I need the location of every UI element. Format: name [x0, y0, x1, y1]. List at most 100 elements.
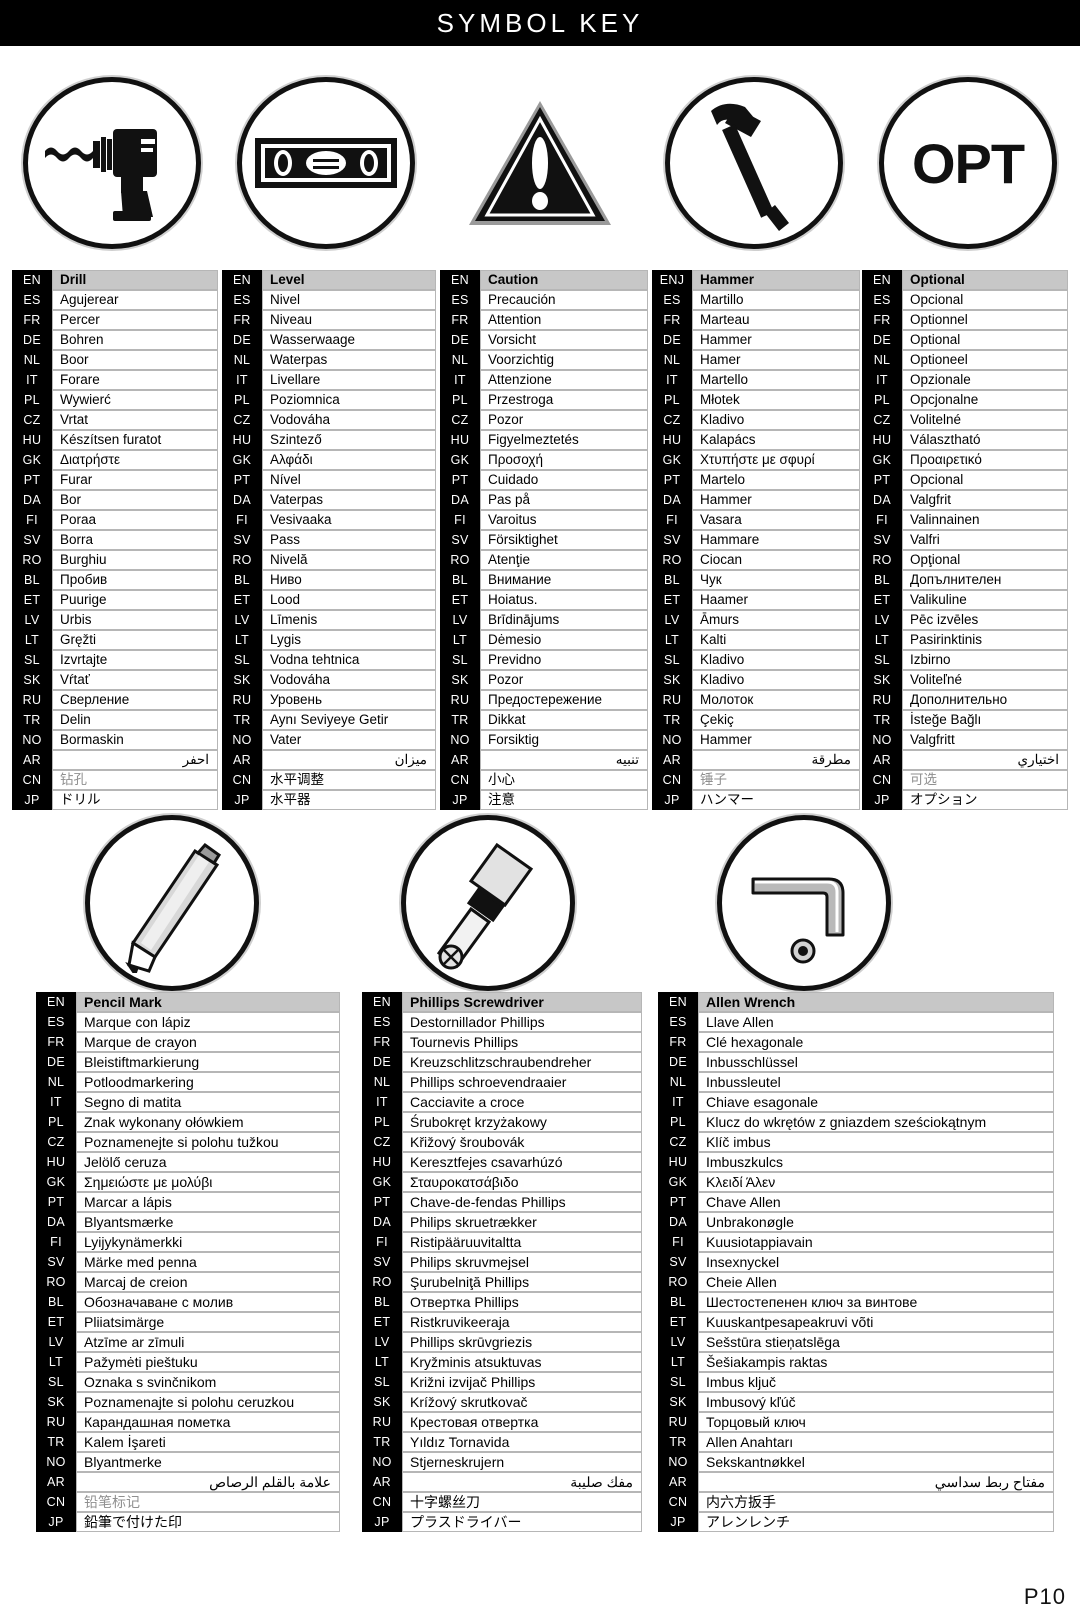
table-row: LV Brīdinājums — [440, 610, 648, 630]
language-code-cell: NO — [658, 1452, 698, 1472]
table-row: FI Valinnainen — [862, 510, 1068, 530]
translation-cell: Hammer — [692, 490, 860, 510]
pencil-glyph — [125, 842, 222, 973]
translation-cell: Martelo — [692, 470, 860, 490]
language-code-cell: FR — [222, 310, 262, 330]
language-code-cell: CZ — [862, 410, 902, 430]
language-code-cell: SV — [652, 530, 692, 550]
language-code-cell: RO — [36, 1272, 76, 1292]
language-code-cell: LV — [362, 1332, 402, 1352]
table-wrapper-drill: EN Drill ES Agujerear FR Percer DE Bohren NL Boor… — [12, 270, 218, 810]
table-row: EN Optional — [862, 270, 1068, 290]
table-row: FI Ristipääruuvitaltta — [362, 1232, 642, 1252]
translation-cell: Voorzichtig — [480, 350, 648, 370]
language-code-cell: JP — [362, 1512, 402, 1532]
language-code-cell: RO — [652, 550, 692, 570]
translation-cell: اختياري — [902, 750, 1068, 770]
language-code-cell: DE — [652, 330, 692, 350]
translation-cell: Blyantsmærke — [76, 1212, 340, 1232]
table-row: DE Vorsicht — [440, 330, 648, 350]
translation-cell: Blyantmerke — [76, 1452, 340, 1472]
language-code-cell: NL — [12, 350, 52, 370]
translation-cell: Σταυροκατσάβιδο — [402, 1172, 642, 1192]
language-code-cell: DA — [652, 490, 692, 510]
language-code-cell: ES — [652, 290, 692, 310]
language-code-cell: CN — [222, 770, 262, 790]
translation-cell: Krížový skrutkovač — [402, 1392, 642, 1412]
translation-cell: Insexnyckel — [698, 1252, 1054, 1272]
translation-cell: 水平调整 — [262, 770, 436, 790]
table-row: GK Αλφάδι — [222, 450, 436, 470]
language-code-cell: CZ — [222, 410, 262, 430]
translation-cell: 可选 — [902, 770, 1068, 790]
table-row: RO Atenţie — [440, 550, 648, 570]
table-row: BL Чук — [652, 570, 860, 590]
table-row: RU Дополнительно — [862, 690, 1068, 710]
table-row: ET Lood — [222, 590, 436, 610]
table-row: DA Pas på — [440, 490, 648, 510]
translation-cell: Imbus ključ — [698, 1372, 1054, 1392]
table-row: DA Hammer — [652, 490, 860, 510]
language-code-cell: ES — [222, 290, 262, 310]
language-code-cell: PT — [652, 470, 692, 490]
table-row: EN Phillips Screwdriver — [362, 992, 642, 1012]
language-code-cell: JP — [862, 790, 902, 810]
table-row: FI Kuusiotappiavain — [658, 1232, 1054, 1252]
table-row: FI Vasara — [652, 510, 860, 530]
translation-cell: Chave-de-fendas Phillips — [402, 1192, 642, 1212]
translation-cell: Lygis — [262, 630, 436, 650]
language-code-cell: FR — [862, 310, 902, 330]
language-code-cell: EN — [362, 992, 402, 1012]
language-code-cell: RU — [12, 690, 52, 710]
table-row: HU Imbuszkulcs — [658, 1152, 1054, 1172]
translation-cell: Opzionale — [902, 370, 1068, 390]
table-row: TR Allen Anahtarı — [658, 1432, 1054, 1452]
language-code-cell: RU — [222, 690, 262, 710]
language-code-cell: SL — [440, 650, 480, 670]
table-row: CN 铅笔标记 — [36, 1492, 340, 1512]
language-code-cell: DA — [362, 1212, 402, 1232]
language-code-cell: TR — [440, 710, 480, 730]
translation-cell: مفك صليبة — [402, 1472, 642, 1492]
symbol-cell-pencil — [14, 815, 330, 991]
language-code-cell: ET — [222, 590, 262, 610]
table-row: CZ Vodováha — [222, 410, 436, 430]
symbol-cell-screwdriver — [330, 815, 646, 991]
table-row: AR احفر — [12, 750, 218, 770]
translation-cell: Optionnel — [902, 310, 1068, 330]
language-code-cell: SK — [36, 1392, 76, 1412]
language-code-cell: IT — [652, 370, 692, 390]
table-row: ET Hoiatus. — [440, 590, 648, 610]
language-code-cell: CN — [362, 1492, 402, 1512]
translation-cell: Kladivo — [692, 650, 860, 670]
bottom-symbol-strip — [0, 815, 1080, 991]
table-row: DE Inbusschlüssel — [658, 1052, 1054, 1072]
table-row: RU Крестовая отвертка — [362, 1412, 642, 1432]
translation-cell: Kuuskantpesapeakruvi võti — [698, 1312, 1054, 1332]
symbol-name-header: Drill — [52, 270, 218, 290]
table-row: RO Opţional — [862, 550, 1068, 570]
language-code-cell: NL — [222, 350, 262, 370]
language-code-cell: PT — [12, 470, 52, 490]
language-code-cell: SL — [362, 1372, 402, 1392]
table-row: SV Philips skruvmejsel — [362, 1252, 642, 1272]
translation-cell: 铅笔标记 — [76, 1492, 340, 1512]
language-code-cell: DA — [12, 490, 52, 510]
translation-cell: Attention — [480, 310, 648, 330]
language-code-cell: TR — [362, 1432, 402, 1452]
table-row: HU Készítsen furatot — [12, 430, 218, 450]
language-code-cell: PL — [362, 1112, 402, 1132]
language-code-cell: SK — [362, 1392, 402, 1412]
table-row: RU Предостережение — [440, 690, 648, 710]
table-row: ET Kuuskantpesapeakruvi võti — [658, 1312, 1054, 1332]
translation-cell: Izvrtajte — [52, 650, 218, 670]
table-row: ES Opcional — [862, 290, 1068, 310]
translation-cell: Križni izvijač Phillips — [402, 1372, 642, 1392]
table-row: LV Urbis — [12, 610, 218, 630]
symbol-name-header: Pencil Mark — [76, 992, 340, 1012]
translation-cell: Urbis — [52, 610, 218, 630]
translation-cell: 锤子 — [692, 770, 860, 790]
pencil-icon — [85, 815, 259, 991]
language-code-cell: IT — [862, 370, 902, 390]
language-code-cell: SL — [658, 1372, 698, 1392]
